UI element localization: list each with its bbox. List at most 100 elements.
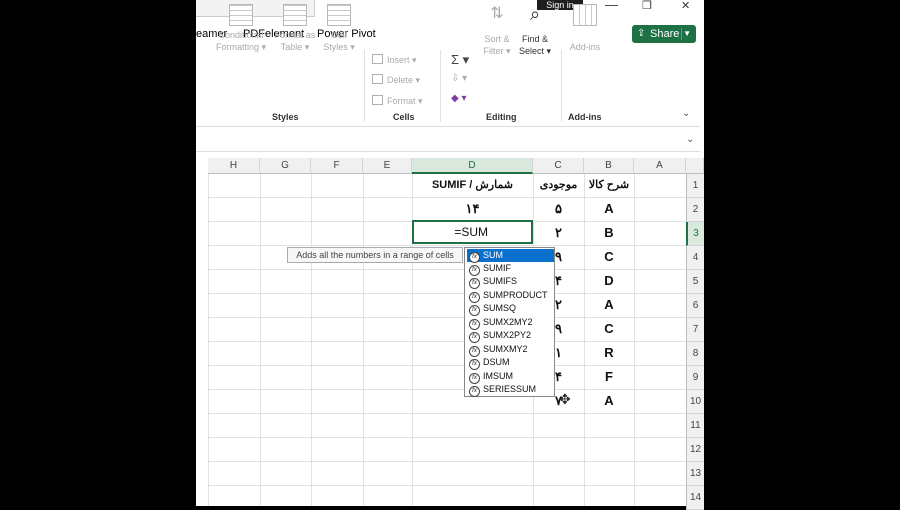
cell-d1[interactable]: SUMIF / شمارش bbox=[412, 178, 533, 191]
gridline bbox=[260, 174, 261, 506]
group-divider bbox=[440, 50, 441, 122]
cell-b5[interactable]: D bbox=[584, 273, 634, 288]
add-ins-group-label: Add-ins bbox=[568, 112, 602, 122]
row-header-9[interactable]: 9 bbox=[686, 366, 704, 390]
sort-filter-button[interactable]: ⇅ Sort & Filter ▾ bbox=[480, 4, 514, 57]
fill-button[interactable]: ⇩ ▾ bbox=[451, 73, 467, 84]
conditional-formatting-button[interactable]: Conditional Formatting ▾ bbox=[212, 4, 270, 53]
autocomplete-item[interactable]: fx SUMPRODUCT bbox=[467, 289, 554, 303]
gridline bbox=[208, 317, 686, 318]
row-header-11[interactable]: 11 bbox=[686, 414, 704, 438]
function-autocomplete-list[interactable]: fx SUM fx SUMIF fx SUMIFS fx SUMPRODUCT fx SU… bbox=[464, 247, 555, 397]
formula-bar[interactable] bbox=[196, 133, 700, 152]
column-header-a[interactable]: A bbox=[634, 158, 686, 174]
share-button[interactable]: ⇪ Share ▼ bbox=[632, 25, 696, 43]
column-header-f[interactable]: F bbox=[311, 158, 363, 174]
column-header-d[interactable]: D bbox=[412, 158, 533, 174]
select-all-corner[interactable] bbox=[686, 158, 704, 174]
row-header-10[interactable]: 10 bbox=[686, 390, 704, 414]
format-icon bbox=[372, 95, 383, 105]
move-cursor-icon: ✥ bbox=[559, 391, 571, 407]
cell-c3[interactable]: ۲ bbox=[533, 225, 584, 241]
row-header-6[interactable]: 6 bbox=[686, 294, 704, 318]
cell-b6[interactable]: A bbox=[584, 297, 634, 312]
gridline bbox=[208, 174, 209, 506]
cell-b10[interactable]: A bbox=[584, 393, 634, 408]
active-cell-d3[interactable]: =SUM bbox=[412, 220, 533, 244]
cell-b7[interactable]: C bbox=[584, 321, 634, 336]
gridline bbox=[363, 174, 364, 506]
autocomplete-label: SUMX2PY2 bbox=[483, 330, 532, 340]
conditional-formatting-icon bbox=[229, 4, 253, 26]
autocomplete-item[interactable]: fx SUMXMY2 bbox=[467, 343, 554, 357]
autocomplete-item[interactable]: fx SUMX2MY2 bbox=[467, 316, 554, 330]
cell-styles-button[interactable]: Cell Styles ▾ bbox=[320, 4, 358, 53]
gridline bbox=[208, 293, 686, 294]
autocomplete-item[interactable]: fx IMSUM bbox=[467, 370, 554, 384]
autocomplete-label: IMSUM bbox=[483, 371, 513, 381]
cell-styles-label-1: Cell bbox=[331, 30, 347, 40]
column-header-c[interactable]: C bbox=[533, 158, 584, 174]
format-button[interactable]: Format ▾ bbox=[372, 95, 423, 107]
function-icon: fx bbox=[469, 359, 480, 370]
row-header-5[interactable]: 5 bbox=[686, 270, 704, 294]
row-header-12[interactable]: 12 bbox=[686, 438, 704, 462]
cell-b1[interactable]: شرح کالا bbox=[584, 178, 634, 191]
row-header-2[interactable]: 2 bbox=[686, 198, 704, 222]
format-label: Format ▾ bbox=[387, 96, 423, 106]
delete-button[interactable]: Delete ▾ bbox=[372, 74, 420, 86]
cell-b8[interactable]: R bbox=[584, 345, 634, 360]
autocomplete-item[interactable]: fx SUMSQ bbox=[467, 302, 554, 316]
column-header-g[interactable]: G bbox=[260, 158, 311, 174]
restore-icon[interactable]: ❐ bbox=[642, 0, 652, 12]
styles-group-label: Styles bbox=[272, 112, 299, 122]
fill-icon: ⇩ ▾ bbox=[451, 73, 468, 84]
cell-b2[interactable]: A bbox=[584, 201, 634, 216]
autocomplete-item[interactable]: fx SUM bbox=[467, 249, 554, 263]
expand-formula-bar-icon[interactable]: ⌄ bbox=[686, 134, 694, 145]
autocomplete-item[interactable]: fx SUMX2PY2 bbox=[467, 329, 554, 343]
cell-b3[interactable]: B bbox=[584, 225, 634, 240]
insert-button[interactable]: Insert ▾ bbox=[372, 54, 417, 66]
gridline bbox=[208, 341, 686, 342]
autocomplete-item[interactable]: fx SUMIFS bbox=[467, 275, 554, 289]
format-table-label-1: Format as bbox=[274, 30, 316, 40]
row-header-1[interactable]: 1 bbox=[686, 174, 704, 198]
share-divider bbox=[681, 28, 682, 40]
autocomplete-label: DSUM bbox=[483, 357, 510, 367]
add-ins-button[interactable]: Add-ins bbox=[566, 4, 604, 53]
row-header-14[interactable]: 14 bbox=[686, 486, 704, 510]
gridline bbox=[634, 174, 635, 506]
format-as-table-button[interactable]: Format as Table ▾ bbox=[272, 4, 318, 53]
insert-icon bbox=[372, 54, 383, 64]
minimize-icon[interactable]: — bbox=[605, 0, 618, 12]
cell-b9[interactable]: F bbox=[584, 369, 634, 384]
column-header-e[interactable]: E bbox=[363, 158, 412, 174]
function-icon: fx bbox=[469, 332, 480, 343]
gridline bbox=[208, 485, 686, 486]
clear-button[interactable]: ◆ ▾ bbox=[451, 93, 467, 104]
row-header-13[interactable]: 13 bbox=[686, 462, 704, 486]
autocomplete-label: SUMXMY2 bbox=[483, 344, 528, 354]
cell-b4[interactable]: C bbox=[584, 249, 634, 264]
close-icon[interactable]: ✕ bbox=[681, 0, 690, 12]
row-header-3[interactable]: 3 bbox=[686, 222, 704, 246]
find-select-button[interactable]: ⌕ Find & Select ▾ bbox=[516, 4, 554, 57]
cell-c1[interactable]: موجودی bbox=[533, 178, 584, 191]
chevron-down-icon[interactable]: ▼ bbox=[683, 25, 691, 43]
cell-styles-icon bbox=[327, 4, 351, 26]
row-header-8[interactable]: 8 bbox=[686, 342, 704, 366]
row-header-7[interactable]: 7 bbox=[686, 318, 704, 342]
autocomplete-item[interactable]: fx DSUM bbox=[467, 356, 554, 370]
gridline bbox=[208, 461, 686, 462]
cell-d2[interactable]: ۱۴ bbox=[412, 201, 533, 217]
autocomplete-item[interactable]: fx SERIESSUM bbox=[467, 383, 554, 397]
gridline bbox=[208, 365, 686, 366]
column-header-b[interactable]: B bbox=[584, 158, 634, 174]
row-header-4[interactable]: 4 bbox=[686, 246, 704, 270]
autosum-button[interactable]: Σ ▾ bbox=[451, 52, 469, 68]
column-header-h[interactable]: H bbox=[208, 158, 260, 174]
cell-c2[interactable]: ۵ bbox=[533, 201, 584, 217]
collapse-ribbon-icon[interactable]: ⌄ bbox=[682, 108, 690, 119]
autocomplete-item[interactable]: fx SUMIF bbox=[467, 262, 554, 276]
